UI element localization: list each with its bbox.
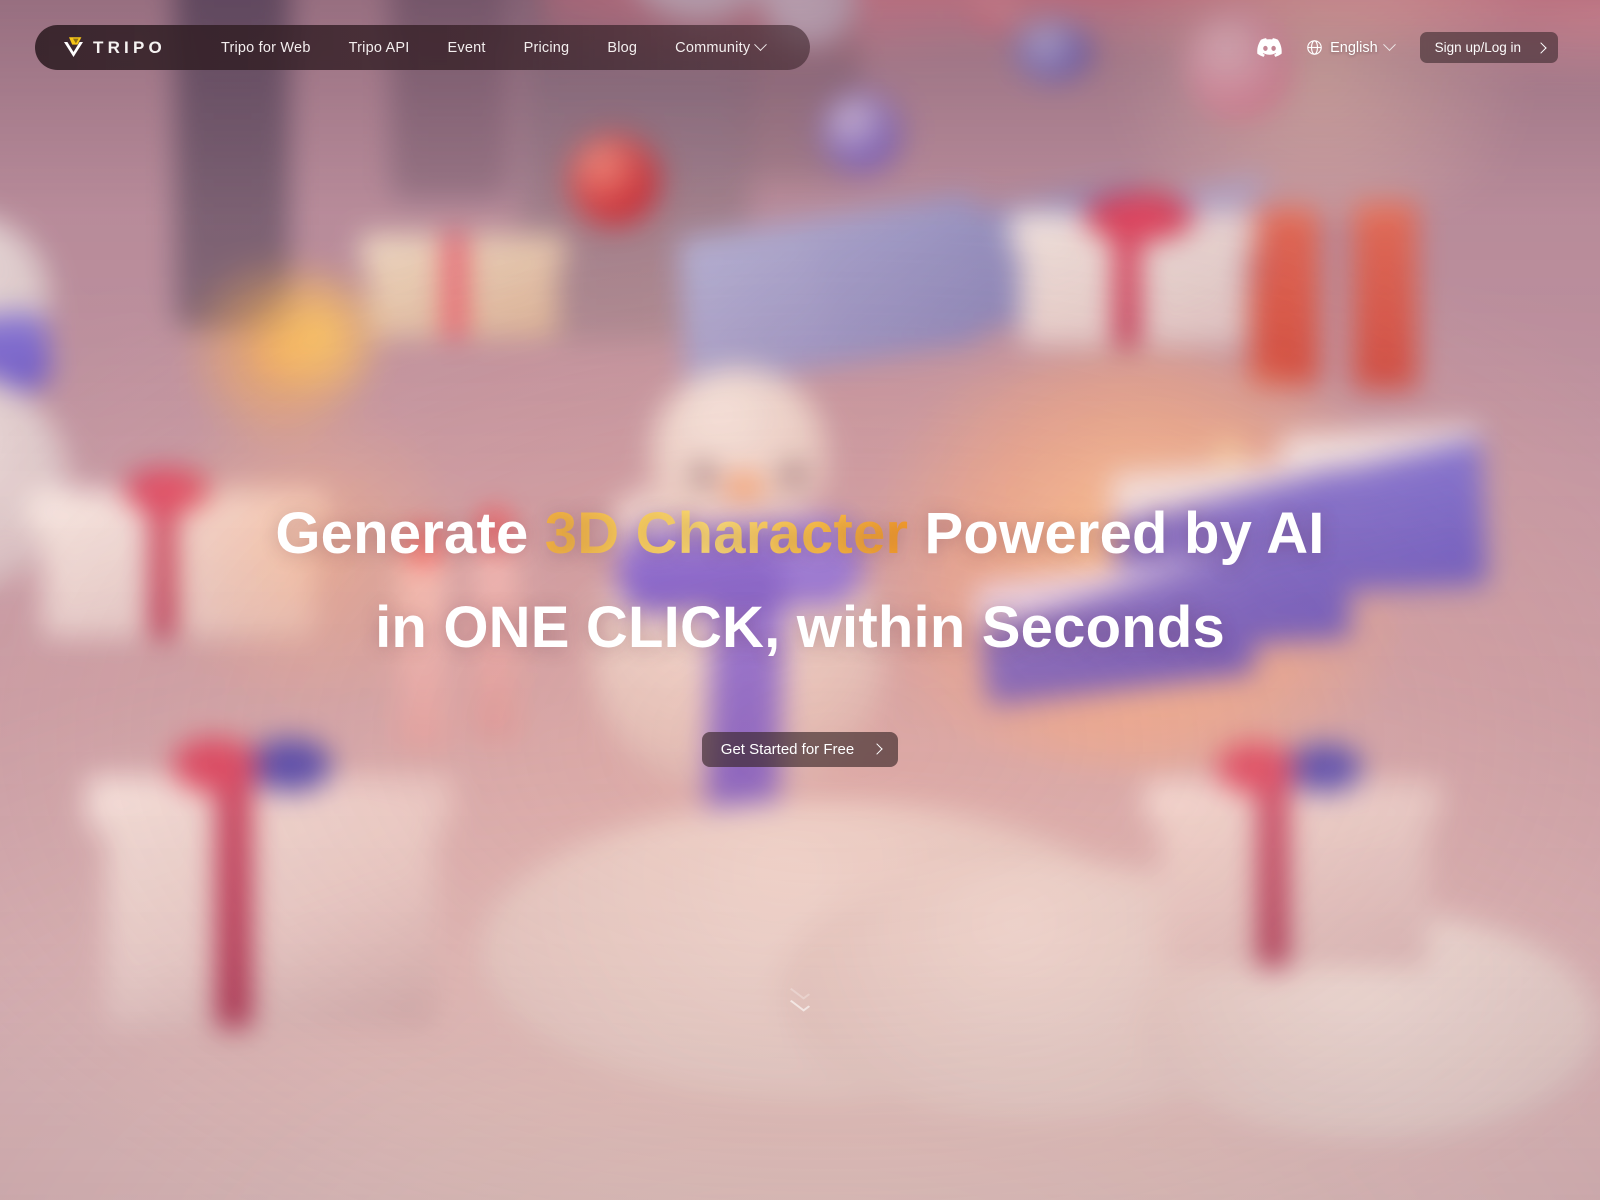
headline-line2: in ONE CLICK, within Seconds — [375, 594, 1225, 660]
nav-link-label: Pricing — [523, 39, 570, 56]
language-selector[interactable]: English — [1306, 38, 1396, 56]
tripo-logo[interactable]: TRIPO — [61, 35, 166, 60]
chevron-right-icon — [871, 743, 883, 756]
headline-part2: Powered by AI — [908, 501, 1325, 566]
get-started-label: Get Started for Free — [720, 740, 855, 758]
nav-link-community[interactable]: Community — [656, 38, 784, 56]
tripo-logo-text: TRIPO — [93, 37, 166, 57]
chevron-down-icon — [754, 38, 768, 52]
globe-icon — [1307, 40, 1322, 55]
nav-link-blog[interactable]: Blog — [588, 40, 656, 56]
chevron-down-icon — [1382, 38, 1396, 52]
nav-link-tripo-for-web[interactable]: Tripo for Web — [202, 40, 330, 56]
chevron-right-icon — [1535, 41, 1547, 54]
nav-link-tripo-api[interactable]: Tripo API — [330, 40, 429, 56]
nav-link-event[interactable]: Event — [429, 40, 505, 56]
hero-headline: Generate 3D Character Powered by AI in O… — [100, 487, 1500, 675]
discord-link[interactable] — [1252, 31, 1286, 65]
nav-link-label: Event — [447, 39, 486, 56]
page-root: TRIPO Tripo for Web Tripo API Event Pric… — [0, 0, 1600, 1200]
nav-link-label: Tripo API — [348, 39, 410, 56]
hero-section: Generate 3D Character Powered by AI in O… — [0, 0, 1600, 1200]
nav-link-pricing[interactable]: Pricing — [505, 40, 589, 56]
tripo-v-logo-icon — [61, 35, 86, 60]
signup-login-button[interactable]: Sign up/Log in — [1419, 32, 1558, 63]
nav-link-label: Blog — [607, 39, 638, 56]
nav-right-actions: English Sign up/Log in — [1252, 25, 1558, 70]
nav-link-label: Community — [675, 39, 751, 56]
get-started-button[interactable]: Get Started for Free — [701, 731, 899, 767]
headline-part1: Generate — [275, 501, 545, 566]
language-value: English — [1330, 39, 1378, 56]
nav-links: Tripo for Web Tripo API Event Pricing Bl… — [202, 38, 784, 56]
headline-accent: 3D Character — [544, 501, 909, 566]
chevron-down-icon — [789, 996, 811, 1012]
discord-icon — [1256, 38, 1282, 57]
top-navigation-bar: TRIPO Tripo for Web Tripo API Event Pric… — [0, 0, 1600, 92]
signup-login-label: Sign up/Log in — [1434, 40, 1521, 55]
scroll-down-indicator[interactable] — [789, 984, 811, 1012]
nav-link-label: Tripo for Web — [220, 39, 311, 56]
nav-pill-container: TRIPO Tripo for Web Tripo API Event Pric… — [35, 25, 811, 70]
